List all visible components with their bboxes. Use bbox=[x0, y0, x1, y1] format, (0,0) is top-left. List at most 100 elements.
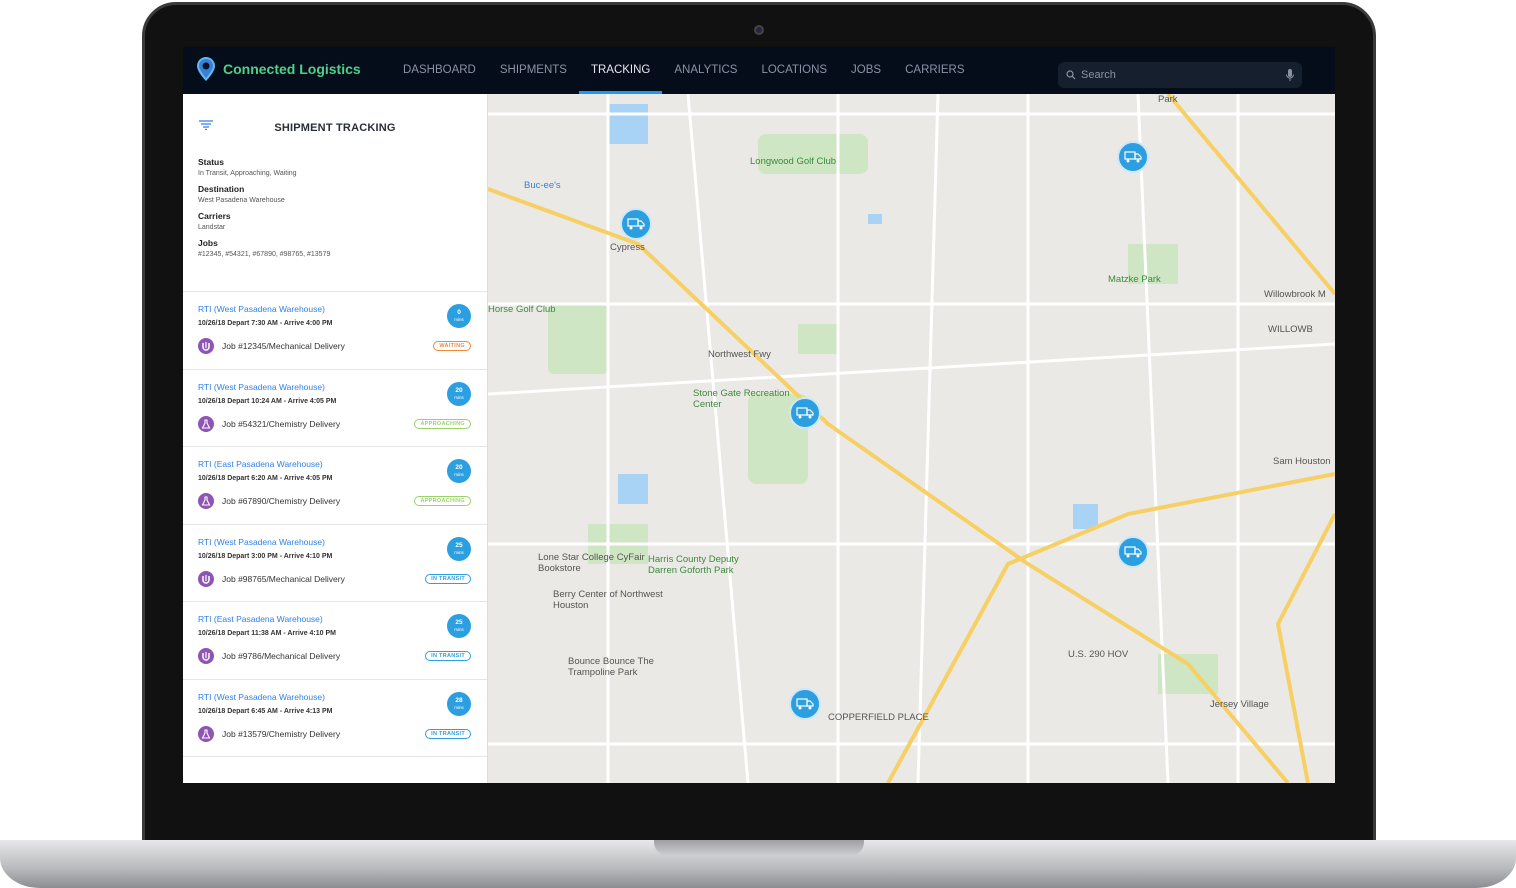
shipment-title[interactable]: RTI (West Pasadena Warehouse) bbox=[198, 692, 325, 702]
map-label: Longwood Golf Club bbox=[750, 156, 837, 167]
eta-value: 28 bbox=[455, 696, 463, 704]
shipment-card[interactable]: RTI (East Pasadena Warehouse) 10/26/18 D… bbox=[183, 602, 487, 680]
truck-icon bbox=[627, 218, 645, 230]
eta-badge: 0 mins bbox=[447, 304, 471, 328]
location-pin-icon bbox=[197, 57, 215, 81]
job-label: Job #98765/Mechanical Delivery bbox=[222, 573, 345, 584]
tab-tracking[interactable]: TRACKING bbox=[578, 47, 663, 94]
status-badge: WAITING bbox=[433, 341, 471, 351]
map-label: Lone Star College CyFair Bookstore bbox=[538, 552, 645, 574]
map-label: Buc-ee's bbox=[524, 180, 561, 191]
filter-label: Status bbox=[198, 157, 224, 167]
map-label: Horse Golf Club bbox=[488, 304, 556, 315]
shipment-title[interactable]: RTI (East Pasadena Warehouse) bbox=[198, 614, 323, 624]
map-roads bbox=[488, 94, 1335, 783]
map-label: Cypress bbox=[610, 242, 645, 253]
map-label: Stone Gate Recreation Center bbox=[693, 388, 790, 410]
nav-tabs: DASHBOARD SHIPMENTS TRACKING ANALYTICS LOCAT… bbox=[391, 47, 977, 94]
map-label: Berry Center of Northwest Houston bbox=[553, 589, 663, 611]
map-label: Jersey Village bbox=[1210, 699, 1269, 710]
shipment-list: RTI (West Pasadena Warehouse) 10/26/18 D… bbox=[183, 292, 487, 757]
map-label: WILLOWB bbox=[1268, 324, 1313, 335]
laptop-notch bbox=[654, 840, 864, 856]
map-label: Harris County Deputy Darren Goforth Park bbox=[648, 554, 739, 576]
shipment-title[interactable]: RTI (East Pasadena Warehouse) bbox=[198, 459, 323, 469]
eta-badge: 28 mins bbox=[447, 691, 471, 716]
job-label: Job #12345/Mechanical Delivery bbox=[222, 341, 345, 351]
truck-marker[interactable] bbox=[1117, 536, 1149, 568]
map-label: COPPERFIELD PLACE bbox=[828, 712, 929, 723]
shipment-sidebar: SHIPMENT TRACKING Status In Transit, Appr… bbox=[183, 94, 488, 783]
eta-value: 20 bbox=[455, 386, 463, 394]
eta-unit: mins bbox=[454, 394, 464, 400]
truck-marker[interactable] bbox=[620, 208, 652, 240]
chemistry-delivery-icon bbox=[198, 725, 214, 742]
truck-marker[interactable] bbox=[789, 397, 821, 429]
chemistry-delivery-icon bbox=[198, 415, 214, 432]
truck-marker[interactable] bbox=[1117, 141, 1149, 173]
shipment-title[interactable]: RTI (West Pasadena Warehouse) bbox=[198, 304, 325, 314]
map-label: Park bbox=[1158, 94, 1178, 105]
truck-icon bbox=[796, 407, 814, 419]
tab-dashboard[interactable]: DASHBOARD bbox=[391, 47, 488, 94]
microphone-icon[interactable] bbox=[1286, 69, 1294, 81]
job-label: Job #54321/Chemistry Delivery bbox=[222, 418, 341, 429]
shipment-card[interactable]: RTI (West Pasadena Warehouse) 10/26/18 D… bbox=[183, 370, 487, 447]
search-box bbox=[1058, 62, 1302, 88]
shipment-title[interactable]: RTI (West Pasadena Warehouse) bbox=[198, 382, 325, 392]
job-label: Job #67890/Chemistry Delivery bbox=[222, 496, 341, 506]
search-input[interactable] bbox=[1081, 69, 1281, 81]
eta-badge: 25 mins bbox=[447, 536, 471, 561]
search-icon bbox=[1066, 70, 1076, 80]
truck-marker[interactable] bbox=[789, 688, 821, 720]
tab-analytics[interactable]: ANALYTICS bbox=[662, 47, 749, 94]
shipment-title[interactable]: RTI (West Pasadena Warehouse) bbox=[198, 537, 325, 547]
eta-unit: mins bbox=[454, 549, 464, 555]
mechanical-delivery-icon bbox=[198, 648, 214, 664]
shipment-card[interactable]: RTI (East Pasadena Warehouse) 10/26/18 D… bbox=[183, 447, 487, 525]
truck-icon bbox=[1124, 151, 1142, 163]
shipment-schedule: 10/26/18 Depart 3:00 PM - Arrive 4:10 PM bbox=[198, 552, 333, 560]
filter-value[interactable]: In Transit, Approaching, Waiting bbox=[198, 170, 330, 177]
eta-badge: 20 mins bbox=[447, 381, 471, 406]
status-badge: IN TRANSIT bbox=[425, 573, 471, 584]
truck-icon bbox=[1124, 546, 1142, 558]
eta-unit: mins bbox=[454, 627, 464, 632]
eta-unit: mins bbox=[454, 472, 464, 477]
eta-badge: 25 mins bbox=[447, 614, 471, 638]
shipment-card[interactable]: RTI (West Pasadena Warehouse) 10/26/18 D… bbox=[183, 680, 487, 757]
top-nav: Connected Logistics DASHBOARD SHIPMENTS TR… bbox=[183, 47, 1335, 94]
tab-carriers[interactable]: CARRIERS bbox=[893, 47, 976, 94]
eta-badge: 20 mins bbox=[447, 459, 471, 483]
eta-value: 0 bbox=[457, 309, 461, 316]
shipment-schedule: 10/26/18 Depart 11:38 AM - Arrive 4:10 P… bbox=[198, 630, 336, 637]
map-label: Sam Houston bbox=[1273, 456, 1331, 467]
tab-jobs[interactable]: JOBS bbox=[839, 47, 893, 94]
shipment-schedule: 10/26/18 Depart 6:45 AM - Arrive 4:13 PM bbox=[198, 707, 333, 715]
filter-value[interactable]: West Pasadena Warehouse bbox=[198, 197, 330, 204]
shipment-schedule: 10/26/18 Depart 7:30 AM - Arrive 4:00 PM bbox=[198, 320, 333, 327]
camera bbox=[754, 25, 764, 35]
eta-value: 25 bbox=[455, 619, 463, 626]
panel-title: SHIPMENT TRACKING bbox=[274, 122, 396, 134]
filter-label: Destination bbox=[198, 184, 245, 194]
filter-label: Jobs bbox=[198, 238, 218, 248]
eta-unit: mins bbox=[454, 317, 464, 322]
eta-value: 25 bbox=[455, 541, 463, 549]
logo[interactable]: Connected Logistics bbox=[197, 57, 361, 81]
map-label: Willowbrook M bbox=[1264, 289, 1326, 300]
filter-value[interactable]: #12345, #54321, #67890, #98765, #13579 bbox=[198, 251, 330, 258]
filter-list: Status In Transit, Approaching, Waiting De… bbox=[198, 157, 330, 258]
tab-shipments[interactable]: SHIPMENTS bbox=[488, 47, 579, 94]
shipment-card[interactable]: RTI (West Pasadena Warehouse) 10/26/18 D… bbox=[183, 292, 487, 370]
status-badge: IN TRANSIT bbox=[425, 728, 471, 739]
shipment-card[interactable]: RTI (West Pasadena Warehouse) 10/26/18 D… bbox=[183, 525, 487, 602]
truck-icon bbox=[796, 698, 814, 710]
eta-unit: mins bbox=[454, 704, 464, 710]
filter-value[interactable]: Landstar bbox=[198, 224, 330, 231]
app-title: Connected Logistics bbox=[223, 61, 361, 77]
map[interactable]: Buc-ee's Cypress Longwood Golf Club Matzke … bbox=[488, 94, 1335, 783]
mechanical-delivery-icon bbox=[198, 338, 214, 354]
map-label: Bounce Bounce The Trampoline Park bbox=[568, 656, 654, 678]
tab-locations[interactable]: LOCATIONS bbox=[749, 47, 839, 94]
